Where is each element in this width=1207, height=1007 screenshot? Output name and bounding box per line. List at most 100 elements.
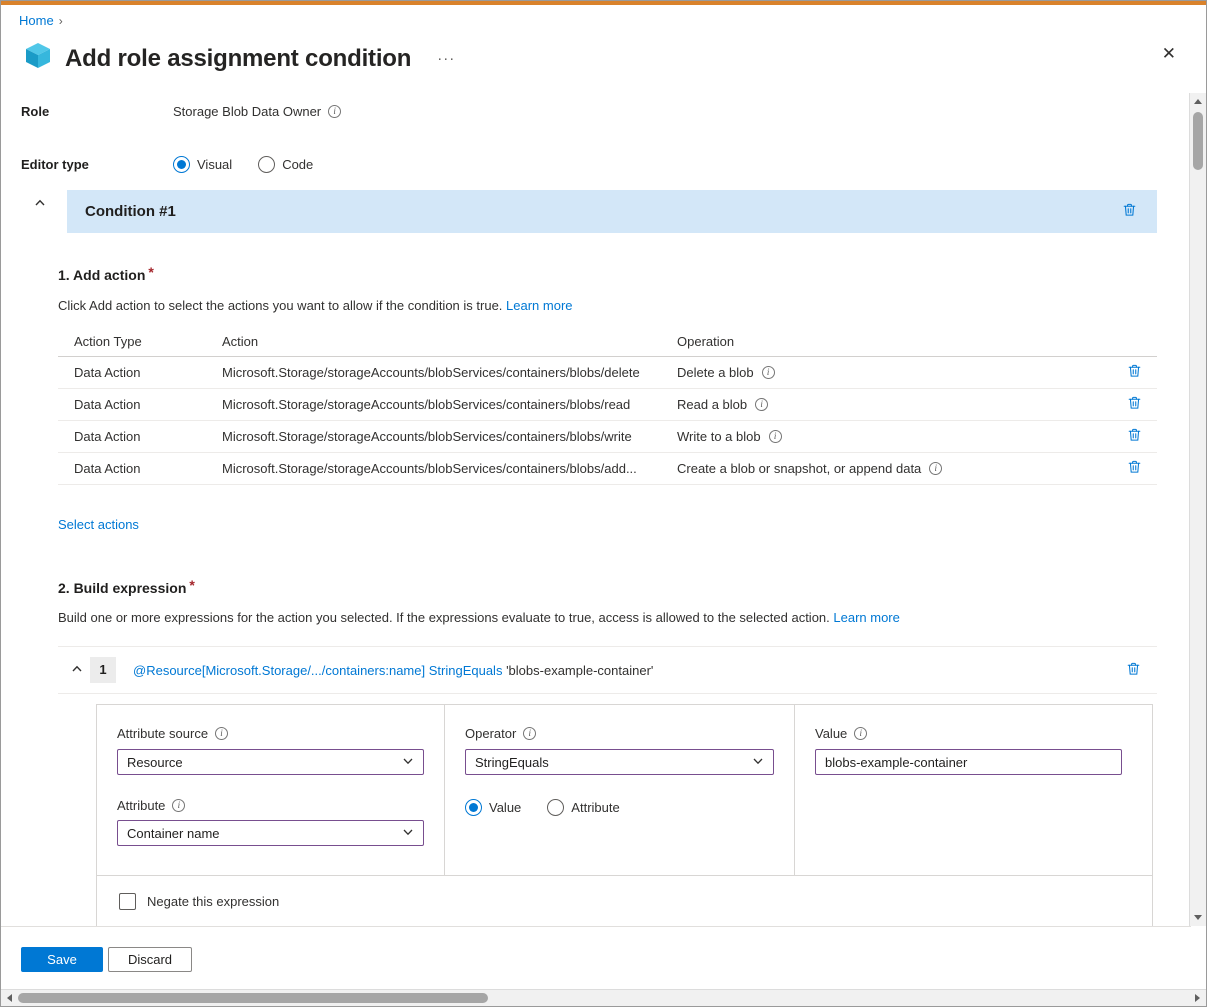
delete-action-button[interactable] [1125, 457, 1144, 480]
attribute-radio[interactable]: Attribute [547, 799, 619, 816]
table-row: Data Action Microsoft.Storage/storageAcc… [58, 357, 1157, 389]
attribute-source-dropdown[interactable]: Resource [117, 749, 424, 775]
table-row: Data Action Microsoft.Storage/storageAcc… [58, 453, 1157, 485]
expression-summary-row: 1 @Resource[Microsoft.Storage/.../contai… [58, 647, 1157, 694]
horizontal-scrollbar[interactable] [1, 989, 1206, 1006]
radio-selected-icon [173, 156, 190, 173]
attribute-label: Attribute [117, 798, 165, 813]
expression-summary-text: @Resource[Microsoft.Storage/.../containe… [133, 663, 653, 678]
radio-unselected-icon [547, 799, 564, 816]
operation-info-icon[interactable]: i [755, 398, 768, 411]
column-header-action-type: Action Type [74, 334, 222, 349]
attribute-radio-label: Attribute [571, 800, 619, 815]
vertical-scrollbar-thumb[interactable] [1193, 112, 1203, 170]
editor-type-visual-radio[interactable]: Visual [173, 156, 232, 173]
save-button[interactable]: Save [21, 947, 103, 972]
horizontal-scrollbar-thumb[interactable] [18, 993, 488, 1003]
build-expression-learn-more-link[interactable]: Learn more [833, 610, 899, 625]
value-type-radio-group: Value Attribute [465, 799, 774, 816]
arrow-down-icon [1194, 915, 1202, 920]
editor-type-label: Editor type [21, 157, 173, 172]
resource-cube-icon [23, 41, 53, 76]
attribute-source-label: Attribute source [117, 726, 208, 741]
action-type-cell: Data Action [74, 461, 222, 476]
expression-collapse-button[interactable] [68, 661, 86, 680]
editor-type-row: Editor type Visual Code [21, 156, 313, 173]
discard-button[interactable]: Discard [108, 947, 192, 972]
breadcrumb-home-link[interactable]: Home [19, 13, 54, 28]
operation-cell: Read a blob [677, 397, 747, 412]
action-type-cell: Data Action [74, 429, 222, 444]
action-type-cell: Data Action [74, 365, 222, 380]
delete-expression-button[interactable] [1124, 659, 1143, 682]
actions-table: Action Type Action Operation Data Action… [58, 327, 1157, 485]
add-role-assignment-condition-window: Home › Add role assignment condition ···… [0, 0, 1207, 1007]
action-cell: Microsoft.Storage/storageAccounts/blobSe… [222, 429, 677, 444]
action-cell: Microsoft.Storage/storageAccounts/blobSe… [222, 397, 677, 412]
breadcrumb-separator-icon: › [59, 14, 63, 28]
delete-condition-button[interactable] [1120, 200, 1139, 223]
add-action-heading: 1. Add action* [58, 267, 154, 283]
chevron-down-icon [402, 826, 414, 841]
condition-collapse-button[interactable] [31, 195, 49, 214]
delete-action-button[interactable] [1125, 361, 1144, 384]
role-info-icon[interactable]: i [328, 105, 341, 118]
attribute-source-column: Attribute source i Resource Attribute i … [97, 705, 445, 875]
delete-action-button[interactable] [1125, 425, 1144, 448]
operation-info-icon[interactable]: i [762, 366, 775, 379]
expression-index-badge: 1 [90, 657, 116, 683]
trash-icon [1122, 202, 1137, 221]
required-marker: * [148, 264, 153, 280]
expression-operator-link[interactable]: StringEquals [429, 663, 503, 678]
value-column: Value i [795, 705, 1152, 875]
select-actions-link[interactable]: Select actions [58, 517, 139, 532]
vertical-scrollbar[interactable] [1189, 93, 1206, 926]
operation-info-icon[interactable]: i [769, 430, 782, 443]
operator-info-icon[interactable]: i [523, 727, 536, 740]
actions-table-header: Action Type Action Operation [58, 327, 1157, 357]
attribute-dropdown[interactable]: Container name [117, 820, 424, 846]
negate-checkbox[interactable] [119, 893, 136, 910]
trash-icon [1126, 661, 1141, 680]
close-icon[interactable]: ✕ [1162, 44, 1176, 64]
scroll-up-button[interactable] [1190, 93, 1206, 110]
role-value: Storage Blob Data Owner [173, 104, 321, 119]
expression-resource-link[interactable]: @Resource[Microsoft.Storage/.../containe… [133, 663, 425, 678]
trash-icon [1127, 395, 1142, 414]
delete-action-button[interactable] [1125, 393, 1144, 416]
breadcrumb: Home › [19, 13, 63, 28]
radio-selected-icon [465, 799, 482, 816]
operation-info-icon[interactable]: i [929, 462, 942, 475]
value-input[interactable] [815, 749, 1122, 775]
page-title: Add role assignment condition [65, 45, 411, 73]
add-action-learn-more-link[interactable]: Learn more [506, 298, 572, 313]
scroll-left-button[interactable] [1, 990, 18, 1006]
table-row: Data Action Microsoft.Storage/storageAcc… [58, 421, 1157, 453]
build-expression-heading: 2. Build expression* [58, 580, 195, 596]
table-row: Data Action Microsoft.Storage/storageAcc… [58, 389, 1157, 421]
chevron-up-icon [33, 197, 47, 212]
value-radio[interactable]: Value [465, 799, 521, 816]
editor-type-code-radio[interactable]: Code [258, 156, 313, 173]
operation-cell: Delete a blob [677, 365, 754, 380]
arrow-up-icon [1194, 99, 1202, 104]
operation-cell: Create a blob or snapshot, or append dat… [677, 461, 921, 476]
required-marker: * [189, 577, 194, 593]
scroll-right-button[interactable] [1189, 990, 1206, 1006]
negate-expression-row: Negate this expression [97, 875, 1152, 926]
condition-title: Condition #1 [85, 203, 176, 220]
attribute-source-info-icon[interactable]: i [215, 727, 228, 740]
value-label: Value [815, 726, 847, 741]
scroll-down-button[interactable] [1190, 909, 1206, 926]
value-info-icon[interactable]: i [854, 727, 867, 740]
attribute-info-icon[interactable]: i [172, 799, 185, 812]
attribute-value: Container name [127, 826, 220, 841]
more-options-button[interactable]: ··· [437, 50, 455, 67]
expression-value-text: 'blobs-example-container' [506, 663, 653, 678]
operator-dropdown[interactable]: StringEquals [465, 749, 774, 775]
chevron-down-icon [752, 755, 764, 770]
editor-type-visual-label: Visual [197, 157, 232, 172]
radio-unselected-icon [258, 156, 275, 173]
attribute-source-value: Resource [127, 755, 183, 770]
role-label: Role [21, 104, 173, 119]
